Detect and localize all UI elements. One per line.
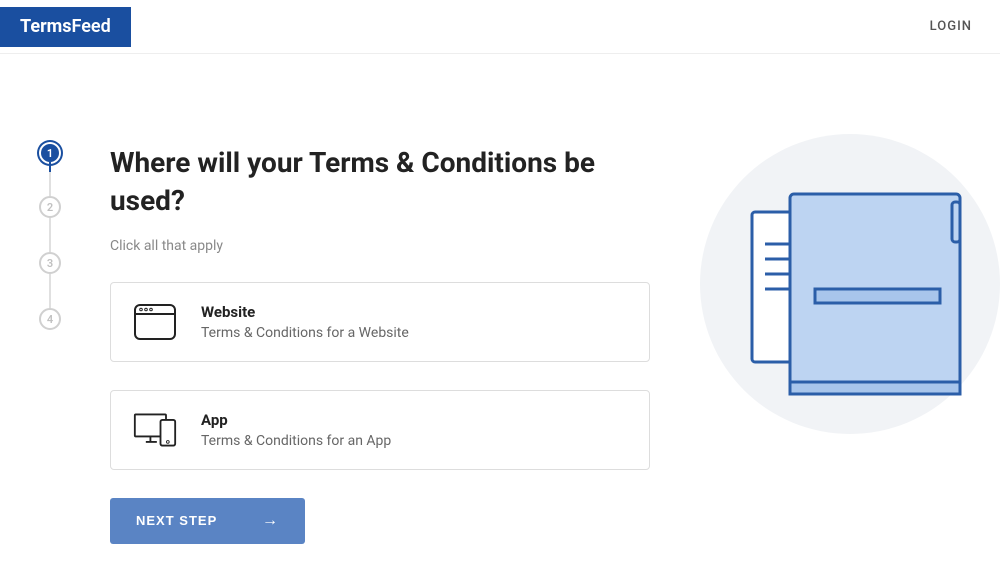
devices-icon xyxy=(133,411,177,449)
logo[interactable]: TermsFeed xyxy=(0,7,131,47)
stepper: 1 2 3 4 xyxy=(30,144,70,544)
step-2: 2 xyxy=(39,196,61,218)
login-link[interactable]: LOGIN xyxy=(930,19,972,34)
option-desc: Terms & Conditions for a Website xyxy=(201,325,409,341)
option-title: Website xyxy=(201,303,409,321)
header: TermsFeed LOGIN xyxy=(0,0,1000,54)
content: Where will your Terms & Conditions be us… xyxy=(110,144,650,544)
browser-icon xyxy=(133,303,177,341)
step-1[interactable]: 1 xyxy=(41,144,59,162)
option-text: App Terms & Conditions for an App xyxy=(201,411,391,449)
next-step-button[interactable]: NEXT STEP → xyxy=(110,498,305,544)
page-subtitle: Click all that apply xyxy=(110,238,650,254)
option-desc: Terms & Conditions for an App xyxy=(201,433,391,449)
option-text: Website Terms & Conditions for a Website xyxy=(201,303,409,341)
logo-part2: Feed xyxy=(72,16,111,37)
arrow-right-icon: → xyxy=(262,512,279,530)
logo-part1: Terms xyxy=(20,16,72,37)
step-3: 3 xyxy=(39,252,61,274)
page-title: Where will your Terms & Conditions be us… xyxy=(110,144,650,220)
folder-illustration xyxy=(680,134,1000,434)
next-step-label: NEXT STEP xyxy=(136,513,217,528)
step-line xyxy=(49,274,51,308)
main: 1 2 3 4 Where will your Terms & Conditio… xyxy=(0,54,1000,544)
step-line xyxy=(49,218,51,252)
option-title: App xyxy=(201,411,391,429)
option-app[interactable]: App Terms & Conditions for an App xyxy=(110,390,650,470)
step-4: 4 xyxy=(39,308,61,330)
step-line xyxy=(49,162,51,196)
option-website[interactable]: Website Terms & Conditions for a Website xyxy=(110,282,650,362)
